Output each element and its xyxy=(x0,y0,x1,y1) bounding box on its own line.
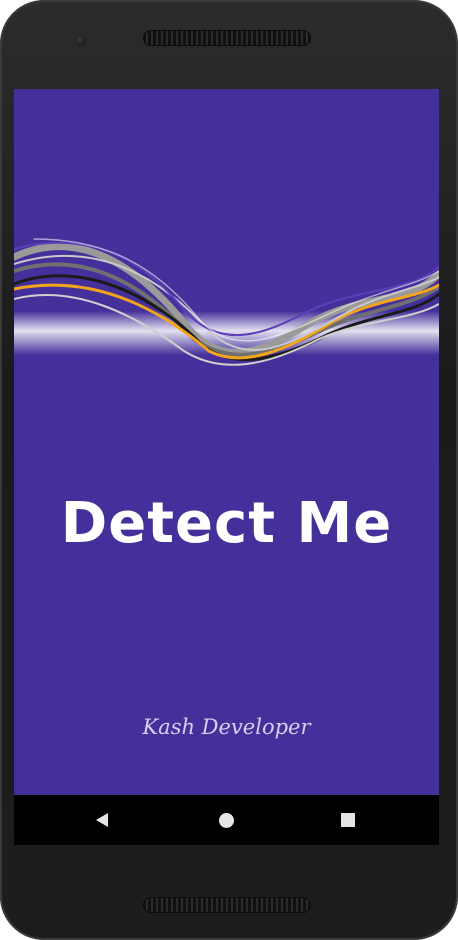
app-title: Detect Me xyxy=(60,491,393,556)
decorative-wave-graphic xyxy=(14,238,439,366)
recents-square-icon xyxy=(341,813,355,827)
developer-credit: Kash Developer xyxy=(142,715,311,739)
nav-back-button[interactable] xyxy=(72,795,132,845)
nav-home-button[interactable] xyxy=(196,795,256,845)
phone-frame: Detect Me Kash Developer xyxy=(0,0,458,940)
system-navigation-bar xyxy=(14,795,439,845)
splash-screen: Detect Me Kash Developer xyxy=(14,89,439,795)
nav-recents-button[interactable] xyxy=(318,795,378,845)
bottom-speaker-grille xyxy=(143,897,311,913)
front-camera xyxy=(75,35,86,46)
top-speaker-grille xyxy=(143,30,311,46)
home-circle-icon xyxy=(218,812,234,828)
back-triangle-icon xyxy=(96,813,108,827)
